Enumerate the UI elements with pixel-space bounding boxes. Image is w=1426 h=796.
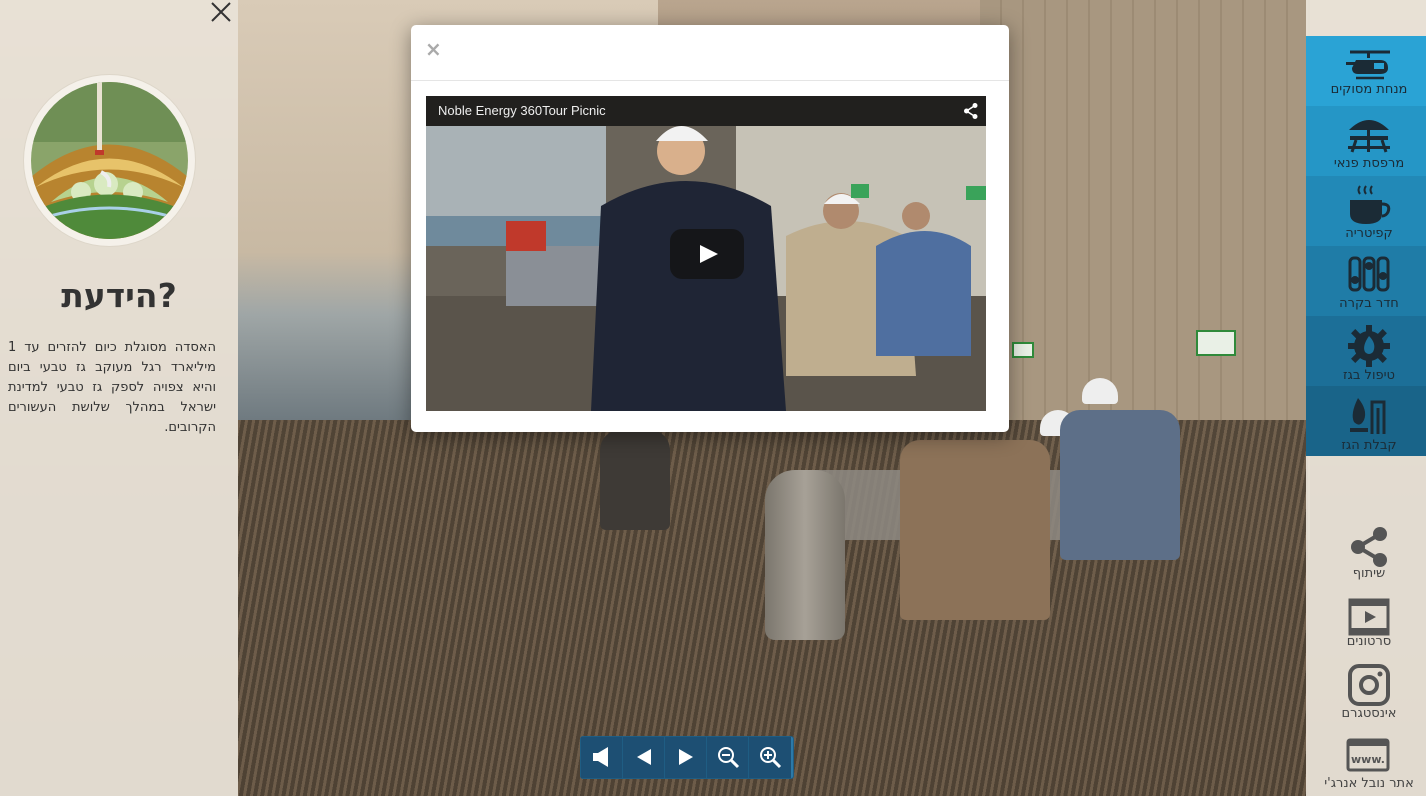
pan-left-button[interactable] bbox=[623, 737, 665, 778]
nav-label: מרפסת פנאי bbox=[1333, 156, 1405, 171]
did-you-know-heading: הידעת? bbox=[61, 276, 177, 315]
worker-figure bbox=[900, 440, 1050, 620]
helicopter-icon bbox=[1344, 44, 1394, 84]
play-button[interactable] bbox=[670, 229, 744, 279]
pan-right-button[interactable] bbox=[665, 737, 707, 778]
nav-control-room[interactable]: חדר בקרה bbox=[1306, 246, 1426, 316]
exit-sign bbox=[1196, 330, 1236, 356]
coffee-cup-icon bbox=[1344, 184, 1394, 224]
close-icon[interactable] bbox=[207, 0, 235, 28]
sound-button[interactable] bbox=[581, 737, 623, 778]
nav-helipad[interactable]: מנחת מסוקים bbox=[1306, 36, 1426, 106]
videos-button[interactable]: סרטונים bbox=[1306, 592, 1426, 662]
nav-label: חדר בקרה bbox=[1339, 296, 1399, 311]
info-panel: הידעת? האסדה מסוגלת כיום להזרים עד 1 מיל… bbox=[0, 0, 238, 796]
zoom-out-button[interactable] bbox=[707, 737, 749, 778]
nav-label: טיפול בגז bbox=[1343, 368, 1395, 383]
share-icon[interactable] bbox=[962, 102, 980, 120]
gear-flame-icon bbox=[1344, 324, 1394, 367]
video-player[interactable]: Noble Energy 360Tour Picnic bbox=[426, 96, 986, 411]
util-label: שיתוף bbox=[1352, 566, 1386, 581]
pipes-flame-icon bbox=[1344, 394, 1394, 434]
share-icon bbox=[1348, 526, 1390, 568]
www-icon: www. bbox=[1346, 738, 1390, 780]
nav-cafeteria[interactable]: קפיטריה bbox=[1306, 176, 1426, 246]
right-navigation: מנחת מסוקים מרפסת פנאי קפיטריה חדר בקרה … bbox=[1306, 0, 1426, 796]
video-title-bar: Noble Energy 360Tour Picnic bbox=[426, 96, 986, 126]
website-button[interactable]: www. אתר נובל אנרג'י bbox=[1306, 732, 1426, 796]
worker-figure bbox=[600, 430, 670, 530]
nav-label: מנחת מסוקים bbox=[1330, 82, 1408, 97]
video-modal: × Noble Energy 360Tour Picnic bbox=[411, 25, 1009, 432]
fact-text: האסדה מסוגלת כיום להזרים עד 1 מיליארד רג… bbox=[8, 340, 216, 435]
picnic-table-icon bbox=[1344, 114, 1394, 154]
panorama-toolbar bbox=[580, 736, 794, 779]
nav-gas-treatment[interactable]: טיפול בגז bbox=[1306, 316, 1426, 386]
instagram-button[interactable]: אינסטגרם bbox=[1306, 658, 1426, 728]
sliders-icon bbox=[1344, 254, 1394, 294]
instagram-icon bbox=[1348, 664, 1390, 706]
exit-sign bbox=[1012, 342, 1034, 358]
ashtray-post bbox=[765, 470, 845, 640]
nav-label: קבלת הגז bbox=[1341, 438, 1397, 453]
video-title[interactable]: Noble Energy 360Tour Picnic bbox=[438, 103, 606, 118]
util-label: אתר נובל אנרג'י bbox=[1324, 776, 1414, 791]
util-label: אינסטגרם bbox=[1341, 706, 1397, 721]
share-button[interactable]: שיתוף bbox=[1306, 520, 1426, 590]
geology-illustration bbox=[24, 75, 195, 246]
modal-header: × bbox=[411, 25, 1009, 81]
nav-leisure-balcony[interactable]: מרפסת פנאי bbox=[1306, 106, 1426, 176]
worker-figure bbox=[1060, 410, 1180, 560]
zoom-in-button[interactable] bbox=[749, 737, 791, 778]
modal-close-button[interactable]: × bbox=[425, 37, 442, 61]
nav-label: קפיטריה bbox=[1345, 226, 1393, 241]
util-label: סרטונים bbox=[1346, 634, 1392, 649]
svg-text:www.: www. bbox=[1351, 753, 1385, 766]
nav-gas-receiving[interactable]: קבלת הגז bbox=[1306, 386, 1426, 456]
